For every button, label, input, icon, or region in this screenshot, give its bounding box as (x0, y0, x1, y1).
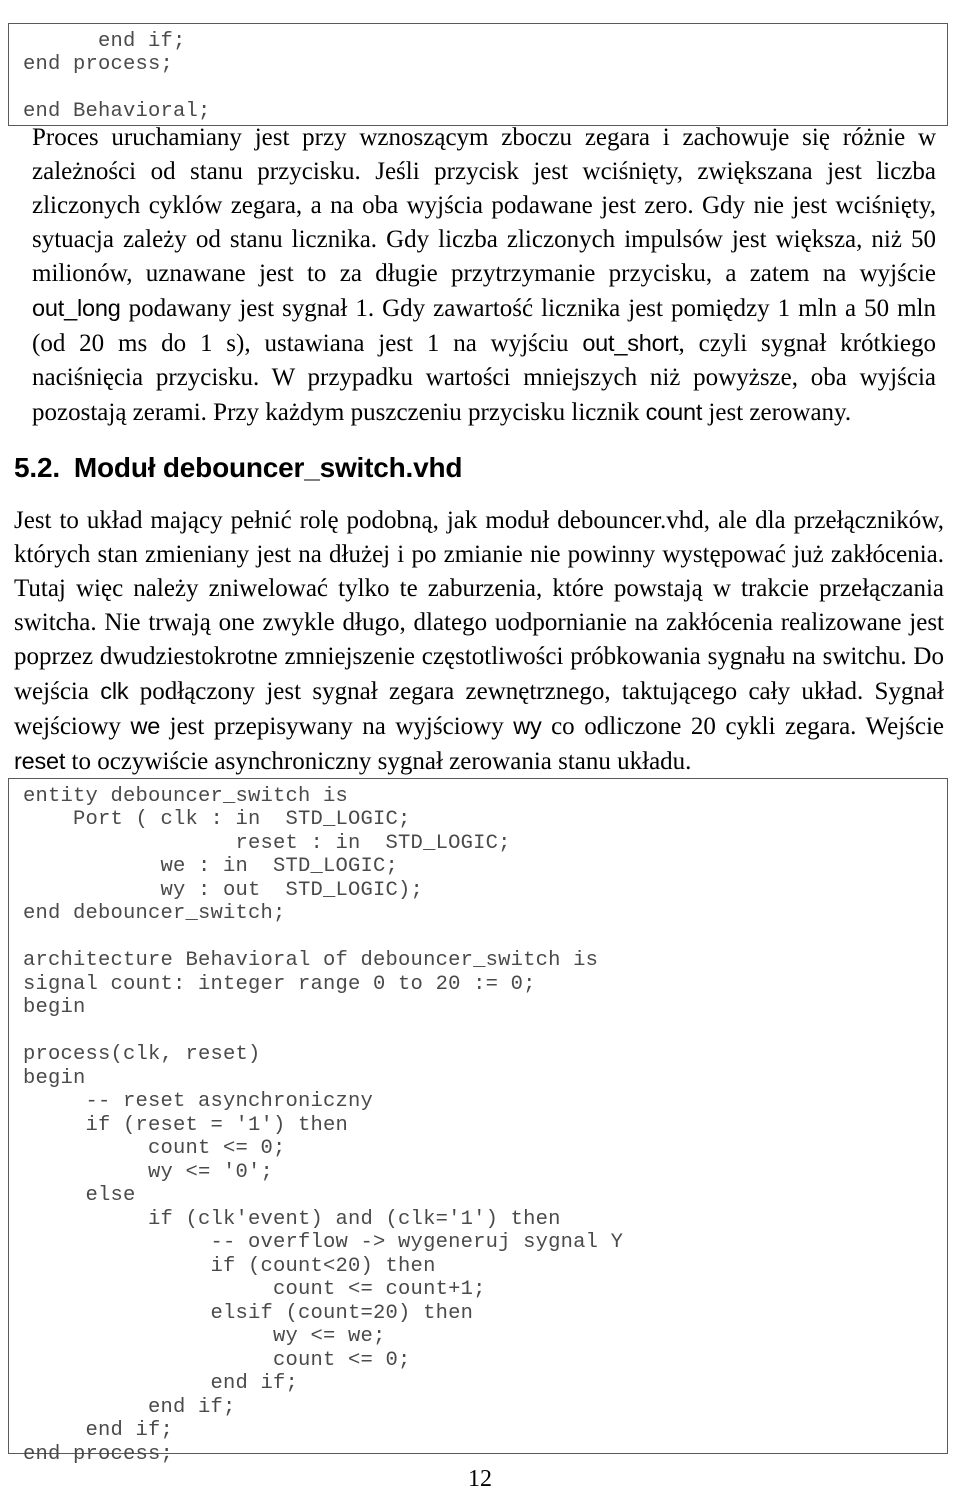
code-block-continued-from-previous-page: end if; end process; end Behavioral; (8, 22, 948, 126)
page-number-footer: 12 (468, 1466, 492, 1492)
inline-code-clk: clk (100, 678, 129, 704)
inline-code-wy: wy (513, 713, 542, 739)
paragraph-debouncer-description: Proces uruchamiany jest przy wznoszącym … (32, 124, 936, 426)
section-title: Moduł debouncer_switch.vhd (73, 452, 463, 484)
code-block-debouncer-switch-vhd: entity debouncer_switch is Port ( clk : … (8, 777, 948, 1466)
inline-code-out-short: out_short (582, 330, 679, 356)
section-heading-5-2: 5.2. Moduł debouncer_switch.vhd (14, 451, 462, 485)
inline-code-count: count (645, 399, 703, 425)
inline-code-reset: reset (14, 748, 66, 774)
inline-code-we: we (130, 713, 161, 739)
paragraph-debouncer-switch-description: Jest to układ mający pełnić rolę podobną… (14, 507, 944, 775)
document-page: end if; end process; end Behavioral; Pro… (0, 0, 960, 1507)
section-number: 5.2. (14, 452, 60, 484)
inline-code-out-long: out_long (32, 295, 121, 321)
